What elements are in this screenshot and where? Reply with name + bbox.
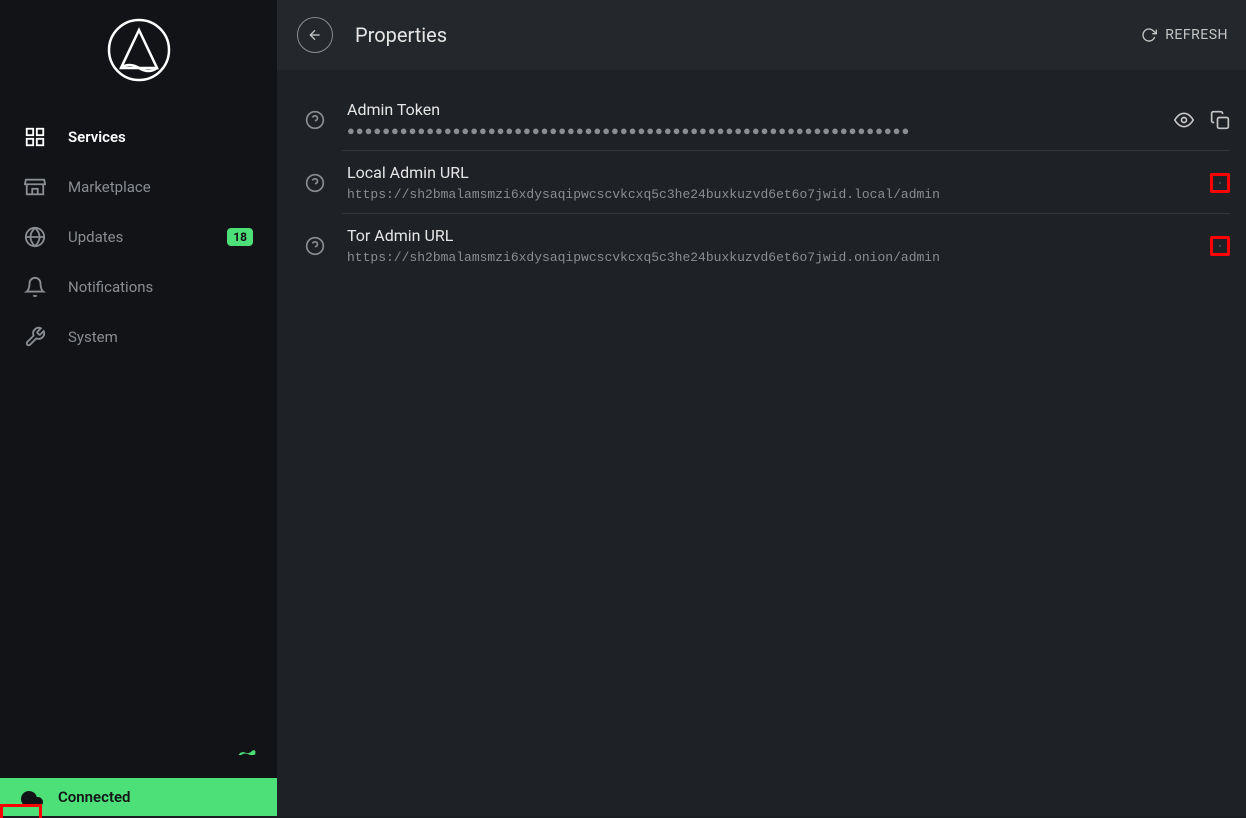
bell-icon — [24, 276, 46, 298]
property-content: Local Admin URL https://sh2bmalamsmzi6xd… — [347, 163, 1194, 202]
reveal-button[interactable] — [1174, 110, 1194, 130]
updates-badge: 18 — [227, 228, 253, 246]
sidebar-item-label: Updates — [68, 228, 227, 246]
sidebar-item-marketplace[interactable]: Marketplace — [0, 162, 277, 212]
sidebar-item-label: Notifications — [68, 278, 253, 296]
property-actions — [1174, 110, 1230, 130]
refresh-label: REFRESH — [1165, 27, 1228, 43]
store-icon — [24, 176, 46, 198]
connection-status-bar[interactable]: Connected — [0, 778, 277, 816]
grid-icon — [24, 126, 46, 148]
refresh-button[interactable]: REFRESH — [1141, 27, 1228, 43]
nav-list: Services Marketplace Updates 18 Notifica… — [0, 112, 277, 778]
property-title: Admin Token — [347, 100, 1158, 119]
sidebar: Services Marketplace Updates 18 Notifica… — [0, 0, 277, 816]
arrow-left-icon — [307, 27, 323, 43]
tools-icon — [24, 326, 46, 348]
property-row-tor-admin-url: Tor Admin URL https://sh2bmalamsmzi6xdys… — [277, 214, 1246, 277]
copy-icon — [1219, 173, 1221, 193]
sidebar-item-updates[interactable]: Updates 18 — [0, 212, 277, 262]
logo-container — [0, 0, 277, 112]
eye-icon — [1174, 110, 1194, 130]
dragon-icon — [237, 744, 257, 758]
copy-button[interactable] — [1210, 173, 1230, 193]
property-title: Local Admin URL — [347, 163, 1194, 182]
property-value: https://sh2bmalamsmzi6xdysaqipwcscvkcxq5… — [347, 187, 1194, 202]
page-header: Properties REFRESH — [277, 0, 1246, 70]
app-logo-icon — [107, 18, 171, 82]
globe-icon — [24, 226, 46, 248]
property-title: Tor Admin URL — [347, 226, 1194, 245]
page-title: Properties — [355, 23, 1141, 47]
sidebar-item-label: System — [68, 328, 253, 346]
sidebar-item-system[interactable]: System — [0, 312, 277, 362]
copy-icon — [1210, 110, 1230, 130]
properties-list: Admin Token ●●●●●●●●●●●●●●●●●●●●●●●●●●●●… — [277, 70, 1246, 295]
copy-button[interactable] — [1210, 110, 1230, 130]
copy-button[interactable] — [1210, 236, 1230, 256]
property-row-admin-token: Admin Token ●●●●●●●●●●●●●●●●●●●●●●●●●●●●… — [277, 88, 1246, 151]
sidebar-item-label: Services — [68, 128, 253, 146]
help-icon[interactable] — [305, 173, 325, 193]
property-value: https://sh2bmalamsmzi6xdysaqipwcscvkcxq5… — [347, 250, 1194, 265]
sidebar-item-services[interactable]: Services — [0, 112, 277, 162]
property-content: Admin Token ●●●●●●●●●●●●●●●●●●●●●●●●●●●●… — [347, 100, 1158, 139]
help-icon[interactable] — [305, 110, 325, 130]
back-button[interactable] — [297, 17, 333, 53]
refresh-icon — [1141, 27, 1157, 43]
property-value: ●●●●●●●●●●●●●●●●●●●●●●●●●●●●●●●●●●●●●●●●… — [347, 124, 1158, 139]
sidebar-item-notifications[interactable]: Notifications — [0, 262, 277, 312]
property-actions — [1210, 236, 1230, 256]
property-content: Tor Admin URL https://sh2bmalamsmzi6xdys… — [347, 226, 1194, 265]
main-panel: Properties REFRESH Admin Token ●●●●●●●●●… — [277, 0, 1246, 816]
property-actions — [1210, 173, 1230, 193]
sidebar-item-label: Marketplace — [68, 178, 253, 196]
help-icon[interactable] — [305, 236, 325, 256]
copy-icon — [1219, 236, 1221, 256]
property-row-local-admin-url: Local Admin URL https://sh2bmalamsmzi6xd… — [277, 151, 1246, 214]
connection-status-label: Connected — [58, 788, 131, 806]
